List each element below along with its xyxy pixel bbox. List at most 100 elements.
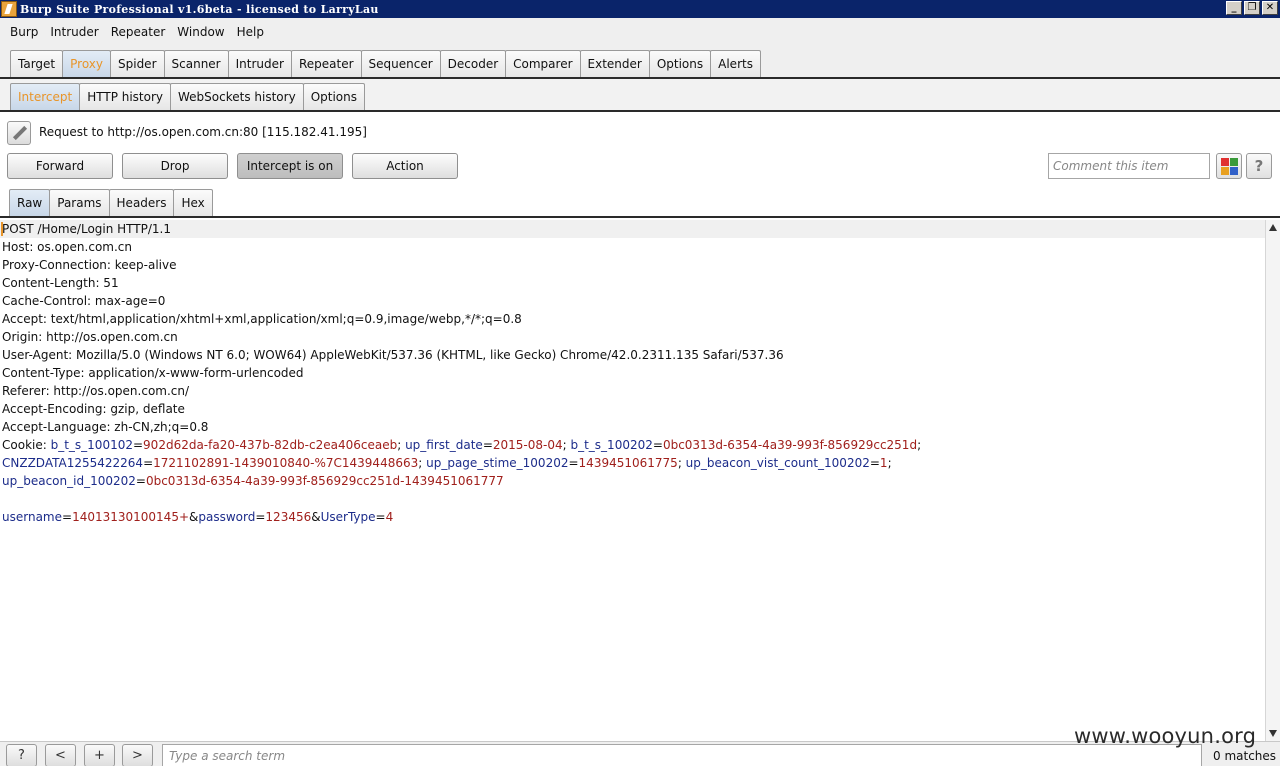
cookie-value: 1721102891-1439010840-%7C1439448663 bbox=[153, 456, 419, 470]
header-line: Cache-Control: max-age=0 bbox=[2, 294, 166, 308]
separator: = bbox=[482, 438, 493, 452]
comment-input[interactable]: Comment this item bbox=[1048, 153, 1210, 179]
menu-intruder[interactable]: Intruder bbox=[44, 25, 104, 39]
separator: = bbox=[255, 510, 266, 524]
window-title: Burp Suite Professional v1.6beta - licen… bbox=[20, 2, 379, 16]
search-input[interactable]: Type a search term bbox=[162, 744, 1202, 766]
scroll-down-icon[interactable] bbox=[1269, 730, 1277, 737]
intercept-toggle-button[interactable]: Intercept is on bbox=[237, 153, 343, 179]
tab-headers[interactable]: Headers bbox=[108, 189, 175, 216]
search-help-icon[interactable]: ? bbox=[6, 744, 37, 766]
cookie-value: 1 bbox=[879, 456, 888, 470]
param-value: 14013130100145+ bbox=[72, 510, 190, 524]
header-line: User-Agent: Mozilla/5.0 (Windows NT 6.0;… bbox=[2, 348, 784, 362]
tab-options[interactable]: Options bbox=[648, 50, 712, 77]
search-options-button[interactable]: + bbox=[84, 744, 115, 766]
vertical-scrollbar[interactable] bbox=[1265, 220, 1280, 741]
request-editor[interactable]: POST /Home/Login HTTP/1.1 Host: os.open.… bbox=[0, 220, 1265, 741]
separator: ; bbox=[677, 456, 686, 470]
separator: ; bbox=[397, 438, 406, 452]
close-button[interactable]: ✕ bbox=[1262, 1, 1278, 15]
cookie-value: 902d62da-fa20-437b-82db-c2ea406ceaeb bbox=[143, 438, 398, 452]
menu-window[interactable]: Window bbox=[171, 25, 230, 39]
separator: ; bbox=[418, 456, 427, 470]
tab-hex[interactable]: Hex bbox=[173, 189, 213, 216]
request-info-row: Request to http://os.open.com.cn:80 [115… bbox=[0, 112, 1280, 152]
separator: = bbox=[62, 510, 73, 524]
tab-repeater[interactable]: Repeater bbox=[290, 50, 362, 77]
previous-match-button[interactable]: < bbox=[45, 744, 76, 766]
separator: & bbox=[189, 510, 199, 524]
red-swatch bbox=[1221, 158, 1229, 166]
header-line: Origin: http://os.open.com.cn bbox=[2, 330, 178, 344]
action-button[interactable]: Action bbox=[352, 153, 458, 179]
cookie-value: 2015-08-04 bbox=[492, 438, 563, 452]
minimize-button[interactable]: _ bbox=[1226, 1, 1242, 15]
cookie-value: 0bc0313d-6354-4a39-993f-856929cc251d bbox=[662, 438, 918, 452]
header-line: Proxy-Connection: keep-alive bbox=[2, 258, 177, 272]
main-tab-bar: Target Proxy Spider Scanner Intruder Rep… bbox=[0, 45, 1280, 79]
tab-extender[interactable]: Extender bbox=[579, 50, 650, 77]
tab-scanner[interactable]: Scanner bbox=[163, 50, 229, 77]
separator: = bbox=[652, 438, 663, 452]
cookie-name: up_beacon_id_100202 bbox=[2, 474, 136, 488]
cookie-name: b_t_s_100102 bbox=[50, 438, 133, 452]
restore-button[interactable]: ❐ bbox=[1244, 1, 1260, 15]
separator: = bbox=[375, 510, 386, 524]
help-icon[interactable]: ? bbox=[1246, 153, 1272, 179]
tab-params[interactable]: Params bbox=[49, 189, 110, 216]
highlight-color-icon[interactable] bbox=[1216, 153, 1242, 179]
edit-pencil-icon[interactable] bbox=[7, 121, 31, 145]
cookie-name: b_t_s_100202 bbox=[570, 438, 653, 452]
menu-help[interactable]: Help bbox=[231, 25, 270, 39]
tab-comparer[interactable]: Comparer bbox=[505, 50, 581, 77]
next-match-button[interactable]: > bbox=[122, 744, 153, 766]
cookie-name: up_first_date bbox=[405, 438, 483, 452]
cookie-value: 1439451061775 bbox=[578, 456, 678, 470]
proxy-tab-bar: Intercept HTTP history WebSockets histor… bbox=[0, 79, 1280, 112]
cookie-line: CNZZDATA1255422264=1721102891-1439010840… bbox=[2, 454, 921, 472]
tab-intruder[interactable]: Intruder bbox=[227, 50, 292, 77]
request-line: POST /Home/Login HTTP/1.1 bbox=[2, 222, 171, 236]
param-name: password bbox=[198, 510, 256, 524]
green-swatch bbox=[1230, 158, 1238, 166]
header-line: Referer: http://os.open.com.cn/ bbox=[2, 384, 190, 398]
param-name: username bbox=[2, 510, 62, 524]
tab-websockets-history[interactable]: WebSockets history bbox=[170, 83, 304, 110]
menu-repeater[interactable]: Repeater bbox=[105, 25, 172, 39]
header-line: Content-Type: application/x-www-form-url… bbox=[2, 366, 304, 380]
param-name: UserType bbox=[320, 510, 376, 524]
tab-spider[interactable]: Spider bbox=[110, 50, 165, 77]
separator: = bbox=[132, 438, 144, 452]
tab-sequencer[interactable]: Sequencer bbox=[360, 50, 441, 77]
param-value: 123456 bbox=[265, 510, 312, 524]
burp-logo-icon bbox=[1, 1, 17, 17]
tab-target[interactable]: Target bbox=[10, 50, 64, 77]
tab-alerts[interactable]: Alerts bbox=[710, 50, 761, 77]
header-line: Content-Length: 51 bbox=[2, 276, 119, 290]
menu-burp[interactable]: Burp bbox=[4, 25, 44, 39]
tab-raw[interactable]: Raw bbox=[9, 189, 51, 216]
scroll-up-icon[interactable] bbox=[1269, 224, 1277, 231]
separator: = bbox=[869, 456, 880, 470]
cookie-line: Cookie: b_t_s_100102=902d62da-fa20-437b-… bbox=[2, 436, 921, 454]
separator: & bbox=[311, 510, 321, 524]
tab-proxy-options[interactable]: Options bbox=[302, 83, 365, 110]
cookie-name: up_beacon_vist_count_100202 bbox=[685, 456, 870, 470]
drop-button[interactable]: Drop bbox=[122, 153, 228, 179]
forward-button[interactable]: Forward bbox=[7, 153, 113, 179]
header-line: Accept-Encoding: gzip, deflate bbox=[2, 402, 185, 416]
tab-intercept[interactable]: Intercept bbox=[10, 83, 81, 110]
tab-http-history[interactable]: HTTP history bbox=[79, 83, 172, 110]
request-text: POST /Home/Login HTTP/1.1 Host: os.open.… bbox=[2, 220, 921, 526]
watermark: www.wooyun.org bbox=[1074, 724, 1257, 748]
tab-decoder[interactable]: Decoder bbox=[439, 50, 507, 77]
cookie-label: Cookie: bbox=[2, 438, 51, 452]
title-bar: Burp Suite Professional v1.6beta - licen… bbox=[0, 0, 1280, 18]
orange-swatch bbox=[1221, 167, 1229, 175]
tab-proxy[interactable]: Proxy bbox=[62, 50, 111, 77]
blue-swatch bbox=[1230, 167, 1238, 175]
header-line: Host: os.open.com.cn bbox=[2, 240, 132, 254]
intercept-toolbar: Forward Drop Intercept is on Action Comm… bbox=[0, 150, 1280, 184]
